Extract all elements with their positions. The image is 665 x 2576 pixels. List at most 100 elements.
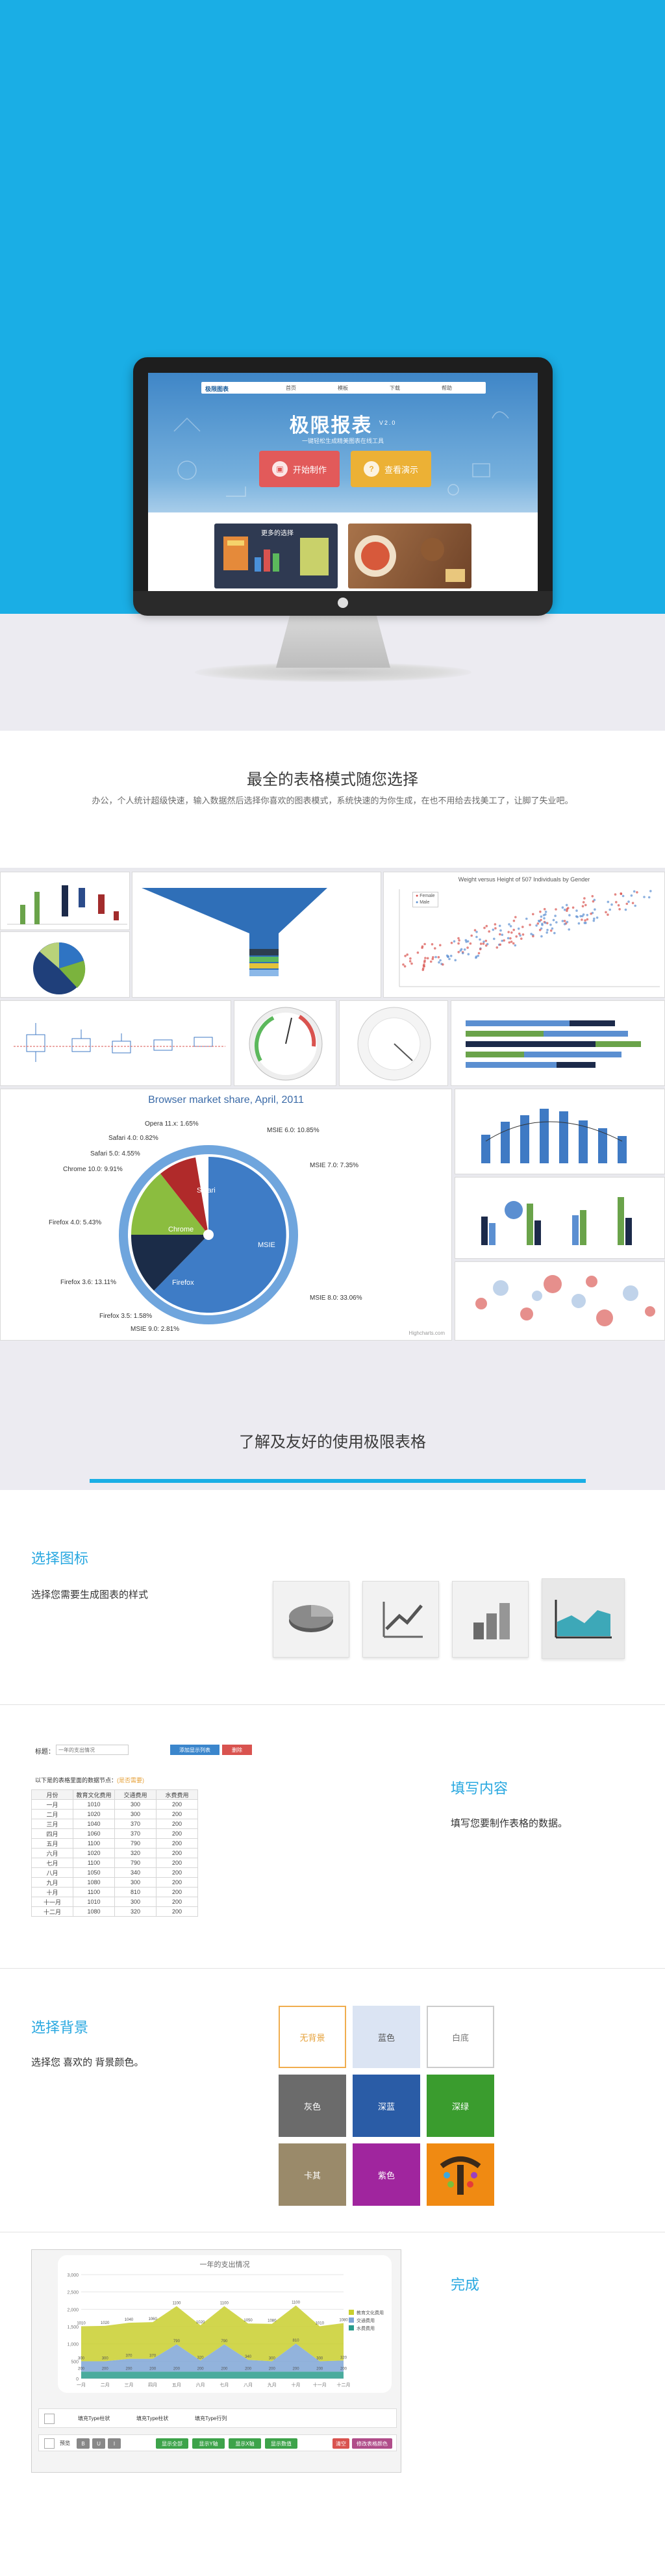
clear-button[interactable]: 清空 [332, 2438, 349, 2449]
show-values-button[interactable]: 显示数值 [265, 2438, 297, 2449]
table-cell[interactable]: 200 [156, 1819, 198, 1829]
delete-button[interactable]: 删除 [222, 1745, 252, 1755]
toolbar-option[interactable]: 填充Type柱状 [78, 2415, 110, 2422]
table-cell[interactable]: 370 [114, 1828, 157, 1839]
table-cell[interactable]: 1010 [73, 1897, 115, 1907]
table-cell[interactable]: 200 [156, 1848, 198, 1858]
screen-nav-item[interactable]: 模板 [338, 385, 348, 392]
italic-button[interactable]: I [108, 2438, 121, 2449]
bold-button[interactable]: B [77, 2438, 90, 2449]
collage-card-bubble[interactable] [455, 1261, 665, 1341]
table-cell[interactable]: 200 [156, 1809, 198, 1819]
table-cell[interactable]: 六月 [31, 1848, 73, 1858]
collage-card-stacked[interactable] [451, 1000, 665, 1086]
background-tile[interactable]: 蓝色 [353, 2006, 420, 2068]
screen-nav-item[interactable]: 帮助 [442, 385, 452, 392]
show-y-axis-button[interactable]: 显示Y轴 [192, 2438, 225, 2449]
table-cell[interactable]: 1050 [73, 1867, 115, 1878]
show-x-axis-button[interactable]: 显示X轴 [229, 2438, 261, 2449]
background-tile[interactable]: 深蓝 [353, 2075, 420, 2137]
background-tile[interactable]: 灰色 [279, 2075, 346, 2137]
collage-card-speedometer[interactable] [339, 1000, 448, 1086]
bar-chart-type-button[interactable] [452, 1581, 529, 1658]
preview-button[interactable]: 预览 [60, 2440, 70, 2447]
table-cell[interactable]: 300 [114, 1809, 157, 1819]
screen-logo[interactable]: 极限图表 [205, 385, 229, 393]
table-cell[interactable]: 1020 [73, 1848, 115, 1858]
table-cell[interactable]: 十一月 [31, 1897, 73, 1907]
background-tile[interactable]: 卡其 [279, 2143, 346, 2206]
table-cell[interactable]: 三月 [31, 1819, 73, 1829]
table-cell[interactable]: 1100 [73, 1838, 115, 1849]
background-tile[interactable]: 深绿 [427, 2075, 494, 2137]
table-cell[interactable]: 200 [156, 1799, 198, 1810]
table-cell[interactable]: 八月 [31, 1867, 73, 1878]
start-button[interactable]: ▣ 开始制作 [259, 451, 340, 487]
background-tile[interactable]: 无背景 [279, 2006, 346, 2068]
table-cell[interactable]: 370 [114, 1819, 157, 1829]
edit-color-button[interactable]: 修改表格颜色 [352, 2438, 392, 2449]
table-cell[interactable]: 200 [156, 1887, 198, 1897]
table-cell[interactable]: 200 [156, 1828, 198, 1839]
table-cell[interactable]: 300 [114, 1799, 157, 1810]
fullscreen-icon[interactable] [44, 2438, 55, 2449]
table-cell[interactable]: 200 [156, 1877, 198, 1888]
table-cell[interactable]: 200 [156, 1858, 198, 1868]
table-cell[interactable]: 320 [114, 1906, 157, 1917]
table-cell[interactable]: 十月 [31, 1887, 73, 1897]
collage-card-scatter[interactable]: Weight versus Height of 507 Individuals … [383, 872, 665, 998]
area-chart-type-button[interactable] [542, 1578, 625, 1659]
template-thumbnail[interactable] [348, 524, 471, 588]
table-cell[interactable]: 200 [156, 1906, 198, 1917]
table-cell[interactable]: 300 [114, 1877, 157, 1888]
background-tile[interactable]: 紫色 [353, 2143, 420, 2206]
add-column-button[interactable]: 添加显示列表 [170, 1745, 220, 1755]
table-cell[interactable]: 1100 [73, 1887, 115, 1897]
underline-button[interactable]: U [92, 2438, 105, 2449]
table-cell[interactable]: 1020 [73, 1809, 115, 1819]
screen-nav-item[interactable]: 首页 [286, 385, 296, 392]
table-cell[interactable]: 一月 [31, 1799, 73, 1810]
screen-nav-item[interactable]: 下载 [390, 385, 400, 392]
table-cell[interactable]: 1080 [73, 1877, 115, 1888]
table-cell[interactable]: 五月 [31, 1838, 73, 1849]
collage-card-combo[interactable] [455, 1089, 665, 1174]
chart-title-input[interactable] [56, 1745, 129, 1755]
collage-card-boxplot[interactable] [0, 1000, 231, 1086]
show-all-button[interactable]: 显示全部 [156, 2438, 188, 2449]
table-cell[interactable]: 200 [156, 1897, 198, 1907]
collage-card-column[interactable] [455, 1177, 665, 1259]
table-cell[interactable]: 1060 [73, 1828, 115, 1839]
table-cell[interactable]: 九月 [31, 1877, 73, 1888]
table-cell[interactable]: 1010 [73, 1799, 115, 1810]
expand-icon[interactable] [44, 2414, 55, 2424]
table-cell[interactable]: 300 [114, 1897, 157, 1907]
data-table[interactable]: 月份 教育文化费用 交通费用 水费费用 一月 1010 300 200 二月 1020 300 200… [31, 1789, 198, 1917]
background-tile[interactable] [427, 2143, 494, 2206]
form-hint-link[interactable]: (是否需要) [117, 1777, 144, 1784]
table-cell[interactable]: 200 [156, 1867, 198, 1878]
toolbar-option[interactable]: 填充Type行列 [195, 2415, 227, 2422]
collage-card-browser-share[interactable]: Browser market share, April, 2011 MSIE F… [0, 1089, 452, 1341]
table-cell[interactable]: 320 [114, 1848, 157, 1858]
table-cell[interactable]: 1080 [73, 1906, 115, 1917]
table-cell[interactable]: 二月 [31, 1809, 73, 1819]
line-chart-type-button[interactable] [362, 1581, 439, 1658]
template-thumbnail[interactable]: 更多的选择 [214, 524, 338, 588]
demo-button[interactable]: ? 查看演示 [351, 451, 431, 487]
table-cell[interactable]: 1040 [73, 1819, 115, 1829]
table-cell[interactable]: 790 [114, 1838, 157, 1849]
collage-card-funnel[interactable] [132, 872, 381, 998]
table-cell[interactable]: 810 [114, 1887, 157, 1897]
toolbar-option[interactable]: 填充Type柱状 [136, 2415, 168, 2422]
table-cell[interactable]: 1100 [73, 1858, 115, 1868]
collage-card-bars[interactable] [0, 872, 130, 930]
pie-chart-type-button[interactable] [273, 1581, 349, 1658]
table-cell[interactable]: 790 [114, 1858, 157, 1868]
collage-card-pie[interactable] [0, 931, 130, 998]
background-tile[interactable]: 白底 [427, 2006, 494, 2068]
table-cell[interactable]: 十二月 [31, 1906, 73, 1917]
table-cell[interactable]: 200 [156, 1838, 198, 1849]
table-cell[interactable]: 四月 [31, 1828, 73, 1839]
table-cell[interactable]: 七月 [31, 1858, 73, 1868]
